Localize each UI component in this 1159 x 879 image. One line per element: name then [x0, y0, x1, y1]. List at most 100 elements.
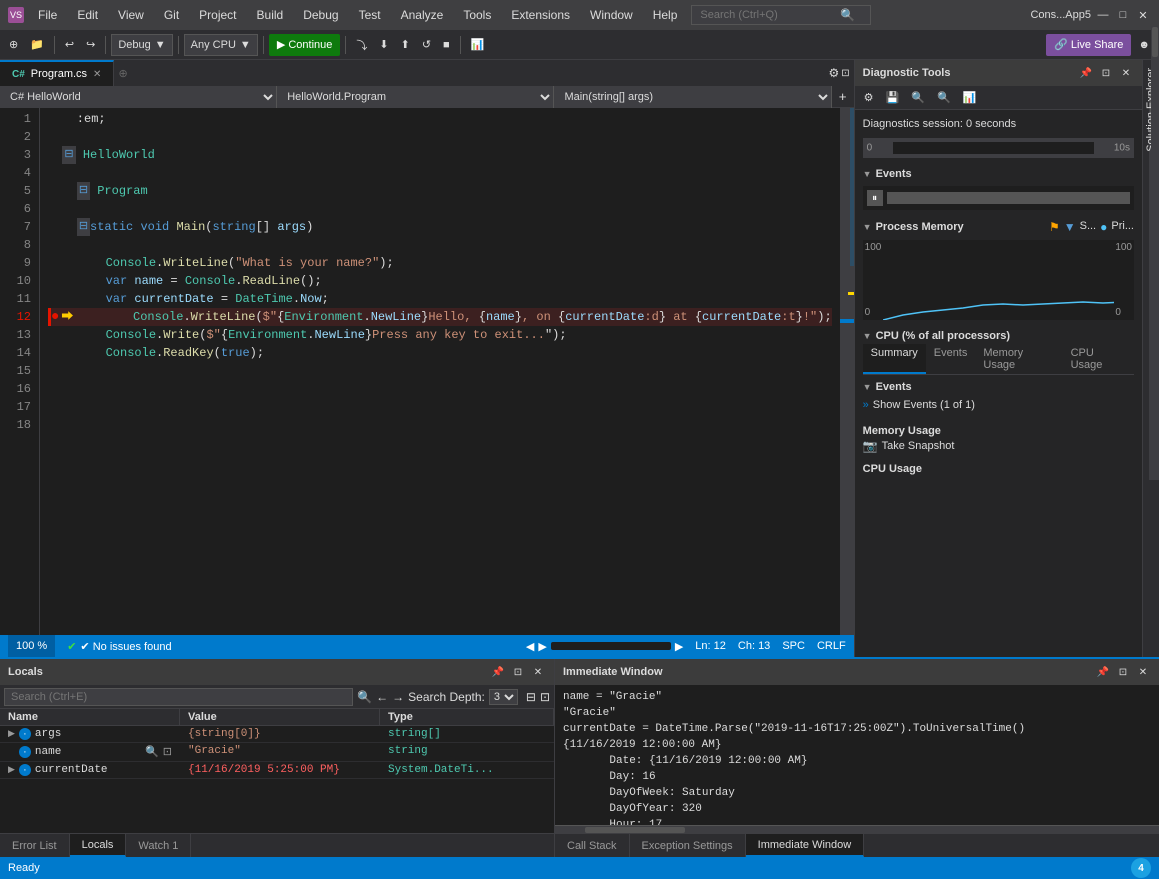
locals-collapse-icon[interactable]: ⊡: [540, 690, 550, 704]
immediate-float-button[interactable]: ⊡: [1115, 664, 1131, 680]
tab-immediate-window[interactable]: Immediate Window: [746, 834, 865, 857]
diag-zoom-in-icon[interactable]: 🔍: [932, 87, 956, 109]
maximize-button[interactable]: □: [1115, 7, 1131, 23]
locals-expand-currentdate[interactable]: ▶: [8, 765, 15, 775]
zoom-level[interactable]: 100 %: [8, 635, 55, 657]
events-section-header[interactable]: ▼ Events: [863, 166, 1134, 182]
menu-git[interactable]: Git: [156, 6, 187, 24]
tab-locals[interactable]: Locals: [70, 834, 127, 857]
locals-nav-fwd[interactable]: →: [392, 690, 404, 704]
continue-button[interactable]: ▶ Continue: [269, 34, 341, 56]
method-selector[interactable]: Main(string[] args): [554, 86, 831, 108]
tab-exception-settings[interactable]: Exception Settings: [630, 834, 746, 857]
immediate-scrollbar[interactable]: [1151, 26, 1159, 166]
diag-float-button[interactable]: ⊡: [1098, 65, 1114, 81]
step-out-button[interactable]: ⬆: [396, 34, 415, 56]
step-into-button[interactable]: ⬇: [374, 34, 393, 56]
diag-save-icon[interactable]: 💾: [881, 87, 905, 109]
tab-call-stack[interactable]: Call Stack: [555, 834, 630, 857]
show-events-row[interactable]: » Show Events (1 of 1): [863, 395, 1134, 415]
locals-name-search-icon[interactable]: 🔍: [145, 745, 159, 759]
stop-button[interactable]: ■: [438, 34, 455, 56]
menu-file[interactable]: File: [30, 6, 65, 24]
locals-search-depth-select[interactable]: 3 1 2 4 5: [489, 689, 518, 705]
cpu-tab-cpu-usage[interactable]: CPU Usage: [1063, 344, 1134, 374]
immediate-close-button[interactable]: ✕: [1135, 664, 1151, 680]
pin-tab-button[interactable]: ⊕: [118, 67, 127, 80]
open-file-button[interactable]: 📁: [25, 34, 49, 56]
show-events-label: Show Events (1 of 1): [873, 399, 975, 411]
menu-tools[interactable]: Tools: [455, 6, 499, 24]
nav-next-icon[interactable]: ▶: [538, 640, 546, 653]
cpu-tab-summary[interactable]: Summary: [863, 344, 926, 374]
nav-forward-icon[interactable]: ▶: [675, 640, 683, 653]
global-search-box[interactable]: 🔍: [691, 5, 871, 25]
class-selector[interactable]: HelloWorld.Program: [277, 86, 554, 108]
menu-help[interactable]: Help: [645, 6, 686, 24]
process-memory-header[interactable]: ▼ Process Memory ⚑ ▼ S... ● Pri...: [863, 218, 1134, 236]
debug-mode-dropdown[interactable]: Debug ▼: [111, 34, 172, 56]
editor-expand-icon[interactable]: ⊡: [841, 68, 849, 79]
live-share-button[interactable]: 🔗 Live Share: [1046, 34, 1131, 56]
locals-expand-name[interactable]: ▶: [8, 747, 15, 757]
events-pause-button[interactable]: ⏸: [867, 190, 883, 206]
diag-zoom-out-icon[interactable]: 🔍: [906, 87, 930, 109]
platform-dropdown[interactable]: Any CPU ▼: [184, 34, 258, 56]
search-input[interactable]: [700, 9, 840, 21]
close-tab-button[interactable]: ✕: [93, 69, 101, 80]
cpu-section-header[interactable]: ▼ CPU (% of all processors): [863, 328, 1134, 344]
locals-float-button[interactable]: ⊡: [510, 664, 526, 680]
menu-analyze[interactable]: Analyze: [393, 6, 452, 24]
editor-tab-program-cs[interactable]: C# Program.cs ✕: [0, 60, 114, 86]
locals-pin-button[interactable]: 📌: [490, 664, 506, 680]
menu-project[interactable]: Project: [191, 6, 244, 24]
cpu-tab-events[interactable]: Events: [926, 344, 976, 374]
restart-button[interactable]: ↺: [417, 34, 436, 56]
locals-type-header[interactable]: Type: [380, 709, 554, 725]
immediate-pin-button[interactable]: 📌: [1095, 664, 1111, 680]
tab-watch-1[interactable]: Watch 1: [126, 834, 191, 857]
diag-settings-icon[interactable]: ⚙: [859, 87, 879, 109]
editor-scrollbar[interactable]: [840, 108, 854, 635]
menu-view[interactable]: View: [110, 6, 152, 24]
events-subsection-header[interactable]: ▼ Events: [863, 379, 1134, 395]
undo-button[interactable]: ↩: [60, 34, 79, 56]
editor-gear-icon[interactable]: ⚙: [829, 66, 840, 80]
cpu-tab-memory-usage[interactable]: Memory Usage: [975, 344, 1062, 374]
take-snapshot-button[interactable]: 📷 Take Snapshot: [863, 439, 1134, 453]
locals-expand-args[interactable]: ▶: [8, 729, 15, 739]
immediate-content[interactable]: name = "Gracie" "Gracie" currentDate = D…: [555, 685, 1159, 825]
diag-pin-button[interactable]: 📌: [1078, 65, 1094, 81]
locals-name-copy-icon[interactable]: ⊡: [163, 745, 172, 759]
locals-nav-back[interactable]: ←: [376, 690, 388, 704]
menu-build[interactable]: Build: [249, 6, 292, 24]
show-diag-button[interactable]: 📊: [466, 34, 490, 56]
new-file-button[interactable]: ⊕: [4, 34, 23, 56]
diag-chart-icon[interactable]: 📊: [958, 87, 982, 109]
locals-search-icon[interactable]: 🔍: [357, 690, 372, 704]
menu-test[interactable]: Test: [351, 6, 389, 24]
minimize-button[interactable]: —: [1095, 7, 1111, 23]
redo-button[interactable]: ↪: [81, 34, 100, 56]
diag-close-button[interactable]: ✕: [1118, 65, 1134, 81]
tab-error-list[interactable]: Error List: [0, 834, 70, 857]
menu-edit[interactable]: Edit: [69, 6, 106, 24]
locals-filter-icon[interactable]: ⊟: [526, 690, 536, 704]
code-content[interactable]: :em; ⊟ HelloWorld ⊟ Program ⊟static void…: [40, 108, 840, 635]
code-nav-add-button[interactable]: +: [832, 86, 854, 108]
memory-usage-header[interactable]: Memory Usage: [863, 423, 1134, 439]
menu-window[interactable]: Window: [582, 6, 641, 24]
step-over-button[interactable]: ⤵: [351, 34, 372, 56]
nav-prev-icon[interactable]: ◀: [526, 640, 534, 653]
menu-extensions[interactable]: Extensions: [503, 6, 578, 24]
locals-close-button[interactable]: ✕: [530, 664, 546, 680]
events-panel: ⏸: [863, 186, 1134, 210]
locals-search-input[interactable]: [4, 688, 353, 706]
locals-value-header[interactable]: Value: [180, 709, 380, 725]
immediate-hscrollbar[interactable]: [555, 825, 1159, 833]
close-button[interactable]: ✕: [1135, 7, 1151, 23]
locals-name-header[interactable]: Name: [0, 709, 180, 725]
menu-debug[interactable]: Debug: [295, 6, 346, 24]
namespace-selector[interactable]: C# HelloWorld: [0, 86, 277, 108]
title-bar-right: Cons...App5 — □ ✕: [1030, 7, 1151, 23]
